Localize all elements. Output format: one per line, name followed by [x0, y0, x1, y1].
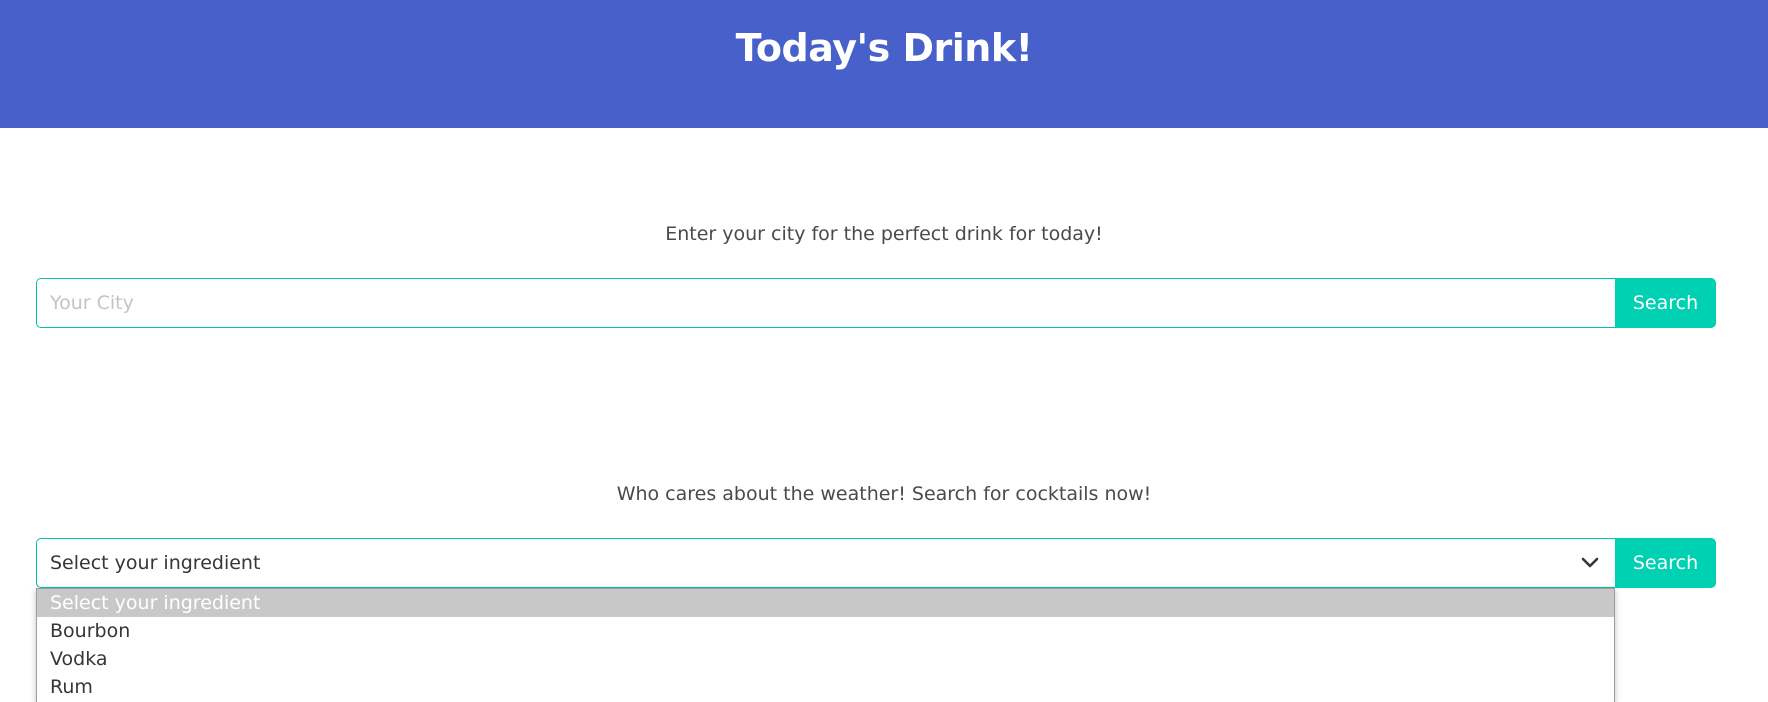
- city-search-button[interactable]: Search: [1615, 278, 1716, 328]
- cocktail-search-form: Select your ingredient Search: [36, 538, 1716, 588]
- cocktail-prompt: Who cares about the weather! Search for …: [616, 483, 1152, 505]
- chevron-down-icon: [1579, 552, 1601, 574]
- dropdown-option[interactable]: Vodka: [37, 645, 1614, 673]
- ingredient-dropdown-list: Select your ingredient Bourbon Vodka Rum: [36, 588, 1615, 702]
- page-title: Today's Drink!: [735, 26, 1033, 70]
- city-search-form: Search: [36, 278, 1716, 328]
- dropdown-option[interactable]: Select your ingredient: [37, 589, 1614, 617]
- ingredient-select-value: Select your ingredient: [50, 552, 261, 574]
- dropdown-option[interactable]: Rum: [37, 673, 1614, 701]
- city-input[interactable]: [36, 278, 1615, 328]
- cocktail-search-button[interactable]: Search: [1615, 538, 1716, 588]
- page-header: Today's Drink!: [0, 0, 1768, 128]
- ingredient-select[interactable]: Select your ingredient: [36, 538, 1615, 588]
- dropdown-option[interactable]: Bourbon: [37, 617, 1614, 645]
- city-prompt: Enter your city for the perfect drink fo…: [665, 223, 1103, 245]
